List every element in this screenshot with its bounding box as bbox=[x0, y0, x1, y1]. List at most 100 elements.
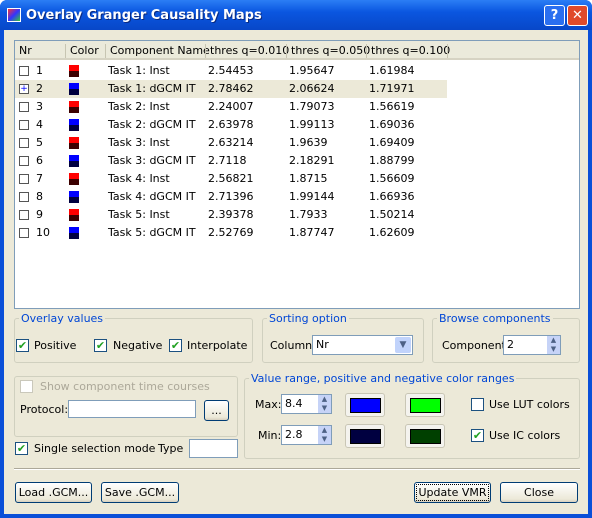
row-thres-100: 1.66936 bbox=[369, 190, 415, 203]
component-spinbox[interactable]: 2 ▲ ▼ bbox=[503, 335, 561, 355]
row-thres-010: 2.52769 bbox=[208, 226, 254, 239]
row-checkbox[interactable] bbox=[19, 66, 29, 76]
row-thres-050: 1.95647 bbox=[289, 64, 335, 77]
overlay-values-legend: Overlay values bbox=[21, 312, 104, 325]
col-thres-100[interactable]: thres q=0.100 bbox=[366, 44, 450, 58]
row-checkbox[interactable] bbox=[19, 138, 29, 148]
col-thres-010[interactable]: thres q=0.010 bbox=[205, 44, 289, 58]
row-checkbox[interactable] bbox=[19, 120, 29, 130]
spin-arrows-icon[interactable]: ▲ ▼ bbox=[547, 336, 560, 354]
row-checkbox[interactable] bbox=[19, 228, 29, 238]
single-selection-checkbox[interactable]: ✔ bbox=[15, 442, 28, 455]
table-row[interactable]: 8 Task 4: dGCM IT 2.71396 1.99144 1.6693… bbox=[15, 188, 447, 206]
row-thres-010: 2.56821 bbox=[208, 172, 254, 185]
color-swatch bbox=[69, 173, 79, 185]
negative-checkbox[interactable]: ✔ bbox=[94, 339, 107, 352]
row-nr: 8 bbox=[36, 190, 43, 203]
color-swatch bbox=[350, 398, 381, 413]
row-thres-050: 1.9639 bbox=[289, 136, 328, 149]
save-gcm-button[interactable]: Save .GCM... bbox=[101, 482, 179, 503]
col-component-name[interactable]: Component Name bbox=[105, 44, 210, 58]
negative-max-color-button[interactable] bbox=[405, 393, 445, 417]
col-thres-050[interactable]: thres q=0.050 bbox=[286, 44, 370, 58]
row-thres-100: 1.56619 bbox=[369, 100, 415, 113]
row-component-name: Task 5: Inst bbox=[108, 208, 170, 221]
update-vmr-button[interactable]: Update VMR bbox=[414, 482, 491, 503]
component-label: Component: bbox=[442, 339, 510, 352]
row-thres-100: 1.69409 bbox=[369, 136, 415, 149]
browse-components-legend: Browse components bbox=[439, 312, 551, 325]
color-swatch bbox=[69, 137, 79, 149]
use-lut-colors-checkbox[interactable] bbox=[471, 398, 484, 411]
min-spinbox[interactable]: 2.8 ▲ ▼ bbox=[281, 425, 332, 445]
table-row[interactable]: 7 Task 4: Inst 2.56821 1.8715 1.56609 bbox=[15, 170, 447, 188]
row-checkbox[interactable] bbox=[19, 210, 29, 220]
row-checkbox[interactable] bbox=[19, 102, 29, 112]
row-thres-050: 1.7933 bbox=[289, 208, 328, 221]
row-thres-100: 1.50214 bbox=[369, 208, 415, 221]
row-component-name: Task 1: Inst bbox=[108, 64, 170, 77]
close-window-button[interactable]: ✕ bbox=[567, 5, 588, 26]
col-nr[interactable]: Nr bbox=[15, 44, 32, 58]
table-row[interactable]: 10 Task 5: dGCM IT 2.52769 1.87747 1.626… bbox=[15, 224, 447, 242]
use-ic-colors-checkbox[interactable]: ✔ bbox=[471, 429, 484, 442]
color-swatch bbox=[69, 101, 79, 113]
row-nr: 7 bbox=[36, 172, 43, 185]
dialog-client: Nr Color Component Name thres q=0.010 th… bbox=[4, 30, 588, 514]
browse-protocol-button[interactable]: ... bbox=[204, 400, 229, 421]
value-range-legend: Value range, positive and negative color… bbox=[251, 372, 515, 385]
load-gcm-button[interactable]: Load .GCM... bbox=[15, 482, 92, 503]
color-swatch bbox=[69, 119, 79, 131]
help-button[interactable]: ? bbox=[544, 5, 565, 26]
interpolate-checkbox[interactable]: ✔ bbox=[169, 339, 182, 352]
spin-arrows-icon[interactable]: ▲ ▼ bbox=[318, 395, 331, 413]
table-row[interactable]: 4 Task 2: dGCM IT 2.63978 1.99113 1.6903… bbox=[15, 116, 447, 134]
row-thres-050: 1.87747 bbox=[289, 226, 335, 239]
type-input[interactable] bbox=[189, 439, 238, 458]
table-row[interactable]: 1 Task 1: Inst 2.54453 1.95647 1.61984 bbox=[15, 62, 447, 80]
show-time-courses-checkbox[interactable] bbox=[20, 380, 33, 393]
protocol-input[interactable] bbox=[68, 400, 196, 418]
positive-checkbox[interactable]: ✔ bbox=[16, 339, 29, 352]
row-component-name: Task 2: Inst bbox=[108, 100, 170, 113]
row-thres-010: 2.78462 bbox=[208, 82, 254, 95]
row-nr: 9 bbox=[36, 208, 43, 221]
negative-label: Negative bbox=[113, 339, 163, 352]
components-table[interactable]: Nr Color Component Name thres q=0.010 th… bbox=[14, 40, 580, 309]
row-nr: 5 bbox=[36, 136, 43, 149]
row-thres-010: 2.7118 bbox=[208, 154, 247, 167]
row-thres-050: 2.18291 bbox=[289, 154, 335, 167]
table-row[interactable]: 3 Task 2: Inst 2.24007 1.79073 1.56619 bbox=[15, 98, 447, 116]
max-label: Max: bbox=[255, 398, 282, 411]
row-thres-050: 1.79073 bbox=[289, 100, 335, 113]
chevron-down-icon[interactable]: ▼ bbox=[395, 337, 411, 353]
use-ic-colors-label: Use IC colors bbox=[489, 429, 561, 442]
sort-column-select[interactable]: Nr ▼ bbox=[312, 335, 413, 355]
color-swatch bbox=[410, 429, 441, 444]
table-row[interactable]: 6 Task 3: dGCM IT 2.7118 2.18291 1.88799 bbox=[15, 152, 447, 170]
row-thres-010: 2.24007 bbox=[208, 100, 254, 113]
color-swatch bbox=[410, 398, 441, 413]
row-nr: 10 bbox=[36, 226, 50, 239]
expand-plus-icon[interactable]: + bbox=[19, 84, 29, 94]
positive-min-color-button[interactable] bbox=[345, 424, 385, 448]
color-swatch bbox=[69, 209, 79, 221]
window-title: Overlay Granger Causality Maps bbox=[26, 8, 262, 23]
positive-max-color-button[interactable] bbox=[345, 393, 385, 417]
row-thres-050: 2.06624 bbox=[289, 82, 335, 95]
table-row[interactable]: 9 Task 5: Inst 2.39378 1.7933 1.50214 bbox=[15, 206, 447, 224]
table-row[interactable]: 5 Task 3: Inst 2.63214 1.9639 1.69409 bbox=[15, 134, 447, 152]
col-color[interactable]: Color bbox=[65, 44, 99, 58]
row-checkbox[interactable] bbox=[19, 174, 29, 184]
max-spinbox[interactable]: 8.4 ▲ ▼ bbox=[281, 394, 332, 414]
close-button[interactable]: Close bbox=[500, 482, 578, 503]
color-swatch bbox=[69, 83, 79, 95]
single-selection-label: Single selection mode bbox=[34, 442, 156, 455]
positive-label: Positive bbox=[34, 339, 77, 352]
negative-min-color-button[interactable] bbox=[405, 424, 445, 448]
spin-arrows-icon[interactable]: ▲ ▼ bbox=[318, 426, 331, 444]
table-row[interactable]: + 2 Task 1: dGCM IT 2.78462 2.06624 1.71… bbox=[15, 80, 447, 98]
separator bbox=[14, 468, 580, 470]
row-checkbox[interactable] bbox=[19, 192, 29, 202]
row-checkbox[interactable] bbox=[19, 156, 29, 166]
